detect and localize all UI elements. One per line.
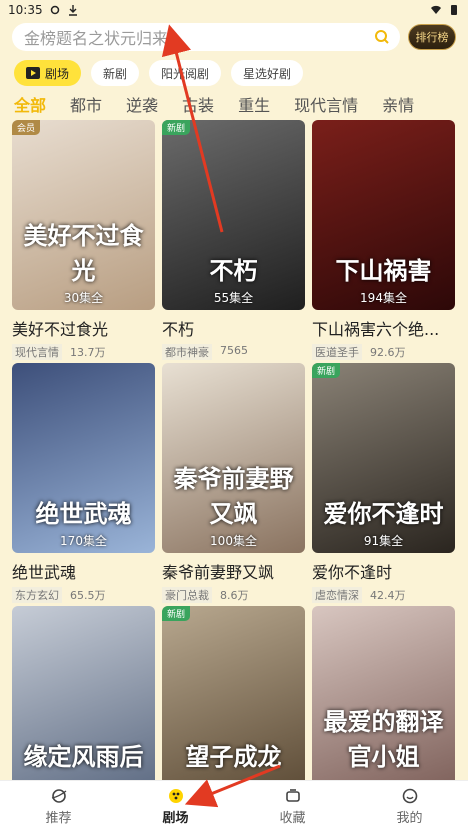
poster-title-art: 缘定风雨后 [23,742,144,771]
drama-title[interactable]: 下山祸害六个绝... [312,316,455,340]
poster-title-art: 秦爷前妻野又飒 [173,464,294,528]
cat-counter[interactable]: 逆袭 [126,92,158,116]
view-count: 65.5万 [70,589,106,602]
genre-tag: 豪门总裁 [162,587,212,603]
view-count: 42.4万 [370,589,406,602]
drama-poster[interactable]: 秦爷前妻野又飒 100集全 [162,363,305,553]
drama-title[interactable]: 美好不过食光 [12,316,155,340]
drama-poster[interactable]: 会员美好不过食光 30集全 [12,120,155,310]
drama-title[interactable]: 绝世武魂 [12,559,155,583]
poster-title-art: 望子成龙 [185,742,282,771]
view-count: 92.6万 [370,346,406,359]
poster-title-art: 下山祸害 [335,256,432,285]
cat-city[interactable]: 都市 [70,92,102,116]
poster-title-art: 不朽 [209,256,258,285]
tab-label: 我的 [396,811,423,826]
cat-rebirth[interactable]: 重生 [238,92,270,116]
poster-title-art: 爱你不逢时 [323,499,444,528]
drama-card[interactable]: 绝世武魂 170集全 绝世武魂 东方玄幻 65.5万 [12,363,155,606]
cat-family[interactable]: 亲情 [382,92,414,116]
episode-count: 55集全 [213,291,254,305]
drama-title[interactable]: 秦爷前妻野又飒 [162,559,305,583]
drama-card[interactable]: 新剧 爱你不逢时 91集全 爱你不逢时 虐恋情深 42.4万 [312,363,455,606]
episode-count: 91集全 [363,534,404,548]
tab-mine[interactable]: 我的 [351,781,468,832]
genre-tag: 现代言情 [12,344,62,360]
tv-icon [26,67,40,79]
poster-badge: 新剧 [162,120,191,135]
search-icon[interactable] [374,29,390,45]
poster-title-art: 美好不过食光 [23,221,144,285]
battery-icon [451,5,457,15]
drama-poster[interactable]: 最爱的翻译官小姐 [312,606,455,796]
drama-meta: 现代言情 13.7万 [12,344,155,360]
pill-star[interactable]: 星选好剧 [231,60,304,86]
drama-card[interactable]: 会员 美好不过食光 30集全 美好不过食光 现代言情 13.7万 [12,120,155,363]
poster-badge: 新剧 [162,606,191,621]
poster-title-art: 绝世武魂 [35,499,132,528]
download-icon [68,5,77,16]
drama-poster[interactable]: 新剧望子成龙 [162,606,305,796]
drama-poster[interactable]: 新剧不朽 55集全 [162,120,305,310]
search-input[interactable]: 金榜题名之状元归来 [12,23,400,51]
drama-meta: 都市神豪 7565 [162,344,305,360]
planet-icon [51,789,66,803]
tab-favorites[interactable]: 收藏 [234,781,351,832]
drama-poster[interactable]: 新剧爱你不逢时 91集全 [312,363,455,553]
view-count: 7565 [220,344,248,357]
cat-romance[interactable]: 现代言情 [294,92,358,116]
tab-label: 剧场 [162,811,189,826]
search-placeholder: 金榜题名之状元归来 [24,29,169,48]
view-count: 13.7万 [70,346,106,359]
drama-title[interactable]: 爱你不逢时 [312,559,455,583]
cat-ancient[interactable]: 古装 [182,92,214,116]
genre-tag: 虐恋情深 [312,587,362,603]
pill-row: 剧场 新剧 阳光阅剧 星选好剧 [14,60,304,88]
status-time: 10:35 [8,3,43,17]
poster-badge: 会员 [12,120,41,135]
cat-all[interactable]: 全部 [14,92,46,116]
drama-card[interactable]: 新剧 不朽 55集全 不朽 都市神豪 7565 [162,120,305,363]
pill-theater[interactable]: 剧场 [14,60,82,86]
drama-poster[interactable]: 绝世武魂 170集全 [12,363,155,553]
drama-meta: 东方玄幻 65.5万 [12,587,155,603]
category-row: 全部 都市 逆袭 古装 重生 现代言情 亲情 [14,92,414,116]
pill-sunshine[interactable]: 阳光阅剧 [149,60,222,86]
pill-new[interactable]: 新剧 [91,60,140,86]
poster-badge: 新剧 [312,363,341,378]
genre-tag: 医道圣手 [312,344,362,360]
pill-label: 剧场 [45,66,70,81]
film-reel-icon [168,789,183,803]
drama-card[interactable]: 秦爷前妻野又飒 100集全 秦爷前妻野又飒 豪门总裁 8.6万 [162,363,305,606]
poster-title-art: 最爱的翻译官小姐 [323,707,444,771]
bottom-tabbar: 推荐 剧场 收藏 我的 [0,780,468,832]
tab-recommend[interactable]: 推荐 [0,781,117,832]
drama-poster[interactable]: 下山祸害 194集全 [312,120,455,310]
drama-title[interactable]: 不朽 [162,316,305,340]
view-count: 8.6万 [220,589,249,602]
tab-theater[interactable]: 剧场 [117,781,234,832]
tab-label: 收藏 [279,811,306,826]
episode-count: 100集全 [210,534,257,548]
episode-count: 30集全 [63,291,104,305]
drama-meta: 虐恋情深 42.4万 [312,587,455,603]
top-row: 金榜题名之状元归来 排行榜 [12,22,456,52]
drama-poster[interactable]: 缘定风雨后 [12,606,155,796]
folder-icon [285,789,300,802]
drama-card[interactable]: 下山祸害 194集全下山祸害六个绝... 医道圣手 92.6万 [312,120,455,363]
tab-label: 推荐 [45,811,72,826]
drama-meta: 豪门总裁 8.6万 [162,587,305,603]
episode-count: 170集全 [60,534,107,548]
rank-button[interactable]: 排行榜 [408,24,456,50]
drama-grid: 会员 美好不过食光 30集全 美好不过食光 现代言情 13.7万 新剧 不朽 55集全 不朽 都市神… [12,120,458,832]
episode-count: 194集全 [360,291,407,305]
genre-tag: 都市神豪 [162,344,212,360]
gear-icon [50,5,59,15]
genre-tag: 东方玄幻 [12,587,62,603]
smile-icon [402,788,417,804]
status-bar: 10:35 [0,0,468,20]
wifi-icon [431,5,441,14]
drama-meta: 医道圣手 92.6万 [312,344,455,360]
